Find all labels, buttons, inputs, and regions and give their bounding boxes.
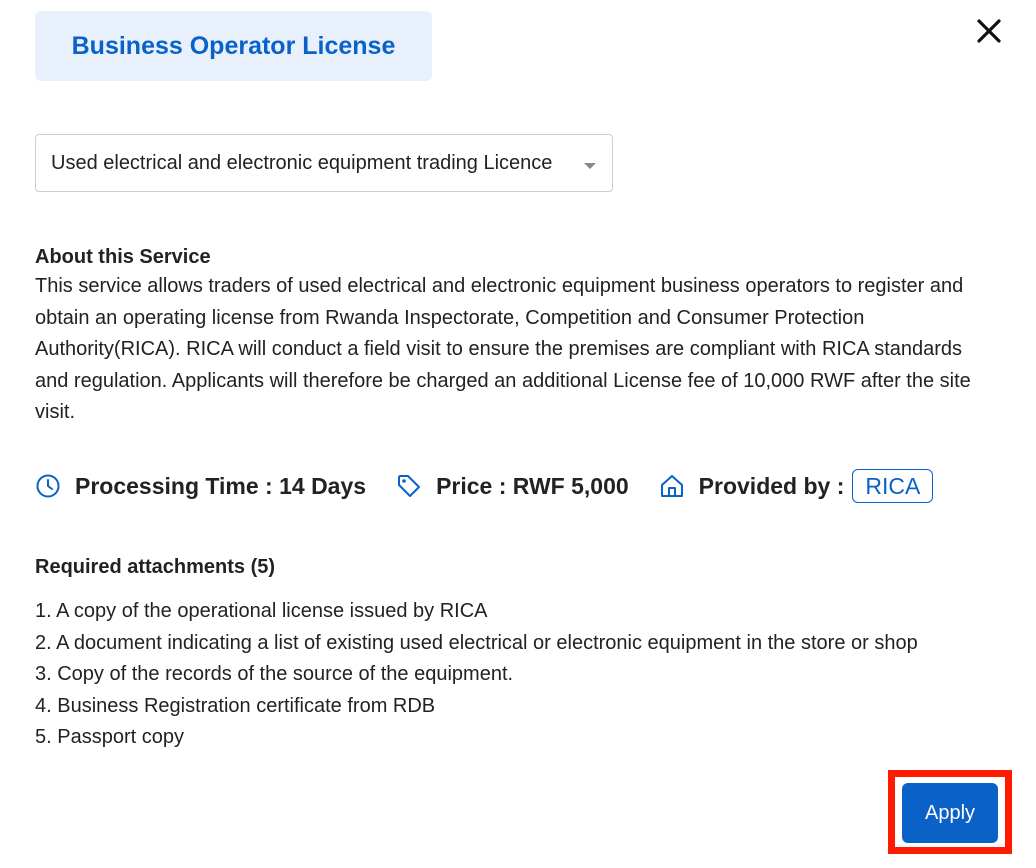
service-meta: Processing Time : 14 Days Price : RWF 5,… bbox=[35, 466, 934, 506]
page-title-text: Business Operator License bbox=[71, 31, 396, 60]
page-title: Business Operator License bbox=[35, 11, 432, 81]
tag-icon bbox=[396, 473, 422, 499]
list-item: 1. A copy of the operational license iss… bbox=[35, 600, 488, 622]
about-section: About this Service This service allows t… bbox=[35, 243, 985, 429]
close-button[interactable] bbox=[972, 14, 1006, 48]
close-icon bbox=[977, 19, 1001, 43]
about-description: This service allows traders of used elec… bbox=[35, 275, 971, 423]
required-attachments: Required attachments (5) 1. A copy of th… bbox=[35, 553, 1005, 754]
attachments-heading: Required attachments (5) bbox=[35, 556, 276, 578]
provided-by-label: Provided by : bbox=[698, 472, 845, 499]
license-type-select[interactable]: Used electrical and electronic equipment… bbox=[35, 134, 613, 192]
provider-badge: RICA bbox=[852, 469, 934, 503]
list-item: 5. Passport copy bbox=[35, 726, 184, 748]
list-item: 4. Business Registration certificate fro… bbox=[35, 694, 436, 717]
list-item: 2. A document indicating a list of exist… bbox=[35, 631, 918, 654]
processing-time: Processing Time : 14 Days bbox=[75, 472, 367, 499]
clock-icon bbox=[35, 473, 61, 499]
about-heading: About this Service bbox=[35, 246, 211, 268]
home-icon bbox=[659, 473, 685, 499]
apply-button[interactable]: Apply bbox=[902, 783, 998, 843]
license-type-value: Used electrical and electronic equipment… bbox=[51, 151, 553, 174]
chevron-down-icon bbox=[584, 163, 596, 169]
list-item: 3. Copy of the records of the source of … bbox=[35, 663, 514, 685]
attachments-list: 1. A copy of the operational license iss… bbox=[35, 596, 1005, 754]
price: Price : RWF 5,000 bbox=[436, 472, 629, 499]
